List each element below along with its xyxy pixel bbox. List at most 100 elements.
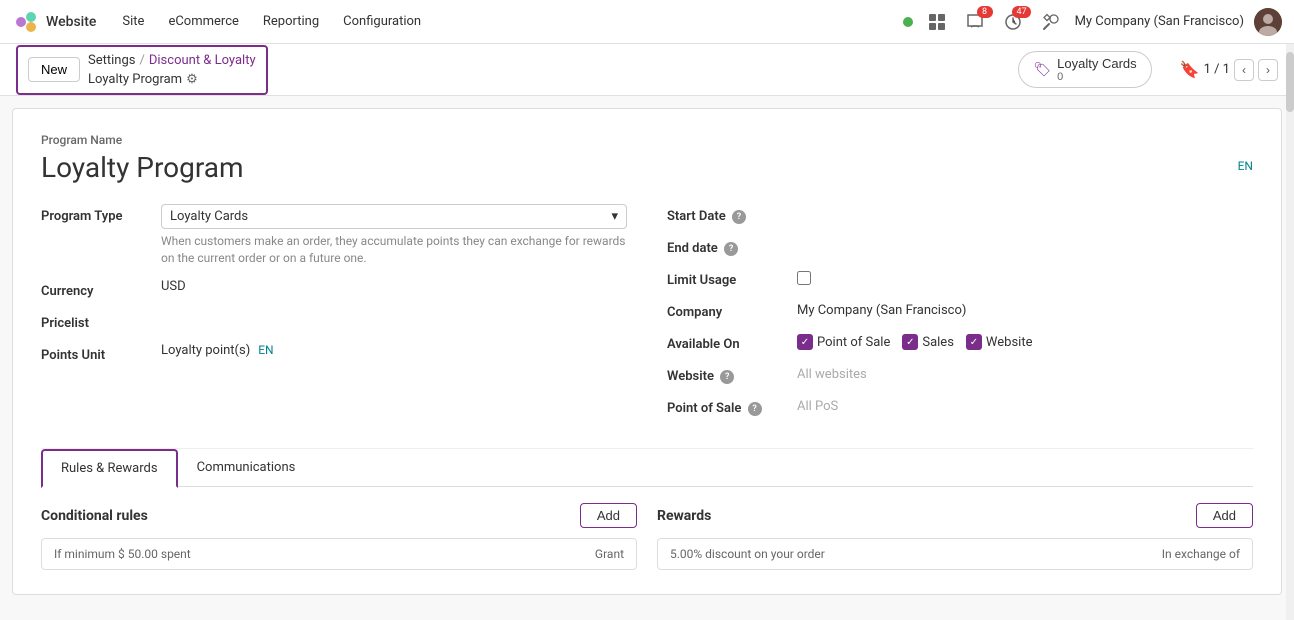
pos-checkbox-item[interactable]: ✓ Point of Sale	[797, 334, 890, 350]
points-unit-label: Points Unit	[41, 343, 161, 363]
conditional-rules-title: Conditional rules	[41, 508, 148, 524]
chat-badge: 8	[977, 6, 993, 18]
conditional-rules-section: Conditional rules Add If minimum $ 50.00…	[41, 503, 637, 570]
point-of-sale-label: Point of Sale ?	[667, 396, 797, 416]
breadcrumb-separator: /	[139, 53, 144, 68]
pos-checked-icon: ✓	[797, 334, 813, 350]
currency-row: Currency USD	[41, 279, 627, 299]
nav-links: Site eCommerce Reporting Configuration	[112, 8, 431, 35]
sales-checked-icon: ✓	[902, 334, 918, 350]
points-unit-field: Loyalty point(s) EN	[161, 343, 627, 358]
pagination-area: 🔖 1 / 1 ‹ ›	[1180, 59, 1278, 81]
website-checked-icon: ✓	[966, 334, 982, 350]
settings-gear-icon[interactable]: ⚙	[186, 72, 198, 87]
nav-ecommerce[interactable]: eCommerce	[158, 8, 248, 35]
tabs-area: Rules & Rewards Communications Condition…	[41, 448, 1253, 570]
program-type-row: Program Type Loyalty Cards ▾ When custom…	[41, 204, 627, 267]
program-type-value: Loyalty Cards	[170, 209, 248, 224]
program-type-label: Program Type	[41, 204, 161, 224]
navbar: Website Site eCommerce Reporting Configu…	[0, 0, 1294, 44]
company-row: Company My Company (San Francisco)	[667, 300, 1253, 320]
left-column: Program Type Loyalty Cards ▾ When custom…	[41, 204, 627, 428]
new-button[interactable]: New	[28, 57, 80, 82]
program-type-select[interactable]: Loyalty Cards ▾	[161, 204, 627, 229]
brand-logo-icon	[12, 8, 40, 36]
add-conditional-rule-button[interactable]: Add	[580, 503, 637, 528]
tab-communications[interactable]: Communications	[178, 449, 315, 487]
nav-reporting[interactable]: Reporting	[253, 8, 329, 35]
pricelist-label: Pricelist	[41, 311, 161, 331]
website-help-icon[interactable]: ?	[720, 370, 734, 384]
bookmark-button[interactable]: 🔖	[1180, 60, 1200, 80]
program-title[interactable]: Loyalty Program	[41, 151, 244, 184]
program-type-desc: When customers make an order, they accum…	[161, 233, 627, 267]
nav-configuration[interactable]: Configuration	[333, 8, 431, 35]
breadcrumb-discount-loyalty[interactable]: Discount & Loyalty	[149, 53, 256, 68]
points-en-badge[interactable]: EN	[258, 343, 273, 357]
start-date-help-icon[interactable]: ?	[732, 210, 746, 224]
pos-help-icon[interactable]: ?	[748, 402, 762, 416]
program-name-label: Program Name	[41, 133, 1253, 147]
sales-checkbox-item[interactable]: ✓ Sales	[902, 334, 954, 350]
available-on-row: Available On ✓ Point of Sale ✓ Sales	[667, 332, 1253, 352]
conditional-rule-row[interactable]: If minimum $ 50.00 spent Grant	[41, 538, 637, 570]
breadcrumb-area: New Settings / Discount & Loyalty Loyalt…	[16, 45, 268, 95]
breadcrumb-sub: Loyalty Program ⚙	[88, 72, 256, 87]
end-date-help-icon[interactable]: ?	[724, 242, 738, 256]
updates-badge: 47	[1012, 6, 1030, 18]
form-area: Program Name Loyalty Program EN Program …	[12, 108, 1282, 595]
loyalty-cards-count: 0	[1057, 71, 1063, 83]
brand-logo-area[interactable]: Website	[12, 8, 96, 36]
reward-type: In exchange of	[1162, 547, 1240, 561]
company-value[interactable]: My Company (San Francisco)	[797, 303, 966, 318]
grid-icon[interactable]	[923, 8, 951, 36]
main-content: Program Name Loyalty Program EN Program …	[0, 96, 1294, 620]
reward-row[interactable]: 5.00% discount on your order In exchange…	[657, 538, 1253, 570]
website-checkbox-item[interactable]: ✓ Website	[966, 334, 1033, 350]
page-info: 1 / 1	[1204, 62, 1230, 77]
loyalty-cards-button[interactable]: 🏷 Loyalty Cards 0	[1018, 51, 1151, 88]
start-date-row: Start Date ?	[667, 204, 1253, 224]
website-row: Website ? All websites	[667, 364, 1253, 384]
status-indicator	[903, 17, 913, 27]
tag-icon: 🏷	[1033, 61, 1051, 78]
user-avatar[interactable]	[1254, 8, 1282, 36]
website-value[interactable]: All websites	[797, 367, 867, 382]
end-date-label: End date ?	[667, 236, 797, 256]
tab-rules-rewards[interactable]: Rules & Rewards	[41, 449, 178, 488]
point-of-sale-value[interactable]: All PoS	[797, 399, 838, 414]
next-page-button[interactable]: ›	[1258, 59, 1278, 81]
wrench-icon[interactable]	[1037, 8, 1065, 36]
bottom-section: Conditional rules Add If minimum $ 50.00…	[41, 503, 1253, 570]
limit-usage-checkbox[interactable]	[797, 271, 811, 285]
currency-value: USD	[161, 279, 627, 294]
available-on-checkboxes: ✓ Point of Sale ✓ Sales ✓ Website	[797, 334, 1032, 350]
conditional-rule-text: If minimum $ 50.00 spent	[54, 547, 191, 561]
nav-site[interactable]: Site	[112, 8, 154, 35]
reward-text: 5.00% discount on your order	[670, 547, 825, 561]
en-badge-top[interactable]: EN	[1238, 159, 1253, 173]
currency-label: Currency	[41, 279, 161, 299]
rewards-header: Rewards Add	[657, 503, 1253, 528]
point-of-sale-row: Point of Sale ? All PoS	[667, 396, 1253, 416]
rewards-title: Rewards	[657, 508, 711, 524]
tabs-bar: Rules & Rewards Communications	[41, 449, 1253, 487]
sales-label: Sales	[922, 335, 954, 350]
scrollbar-thumb[interactable]	[1286, 52, 1294, 112]
end-date-row: End date ?	[667, 236, 1253, 256]
chat-icon[interactable]: 8	[961, 8, 989, 36]
limit-usage-row: Limit Usage	[667, 268, 1253, 288]
currency-text[interactable]: USD	[161, 279, 186, 294]
clock-icon[interactable]: 47	[999, 8, 1027, 36]
prev-page-button[interactable]: ‹	[1234, 59, 1254, 81]
add-reward-button[interactable]: Add	[1196, 503, 1253, 528]
navbar-right: 8 47 My Company (San Francisco)	[903, 8, 1282, 36]
pos-label: Point of Sale	[817, 335, 890, 350]
brand-name[interactable]: Website	[46, 14, 96, 30]
breadcrumb-settings: Settings	[88, 53, 135, 68]
scrollbar-track[interactable]	[1286, 44, 1294, 620]
points-unit-row: Points Unit Loyalty point(s) EN	[41, 343, 627, 363]
limit-usage-label: Limit Usage	[667, 268, 797, 288]
points-unit-value[interactable]: Loyalty point(s)	[161, 343, 250, 358]
loyalty-cards-label: Loyalty Cards	[1057, 56, 1136, 71]
